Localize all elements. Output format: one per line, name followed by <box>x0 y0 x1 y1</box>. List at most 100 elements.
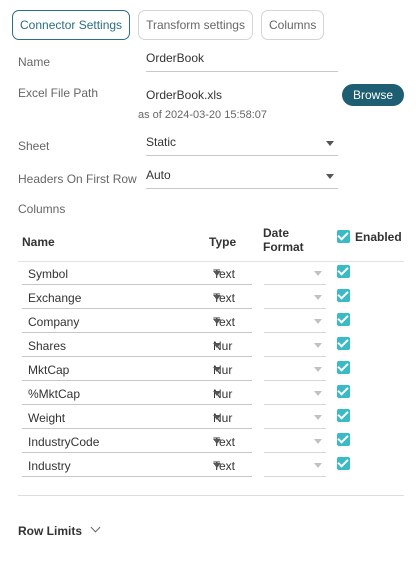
tab-connector-settings[interactable]: Connector Settings <box>12 10 131 40</box>
column-name-input[interactable]: Company <box>22 309 215 333</box>
chevron-down-icon <box>314 271 322 276</box>
enabled-checkbox[interactable] <box>337 409 350 422</box>
chevron-down-icon[interactable] <box>90 522 101 533</box>
table-row: IndustryCode Text <box>18 429 404 453</box>
chevron-down-icon <box>213 367 221 372</box>
headers-value: Auto <box>146 168 171 182</box>
column-type-select[interactable]: Text <box>208 453 252 477</box>
chevron-down-icon <box>213 319 221 324</box>
column-name: MktCap <box>28 363 70 377</box>
table-row: Company Text <box>18 309 404 333</box>
tab-bar: Connector Settings Transform settings Co… <box>12 10 325 40</box>
column-name: Industry <box>28 459 71 473</box>
table-row: Shares Nur <box>18 333 404 357</box>
chevron-down-icon <box>314 439 322 444</box>
column-type-select[interactable]: Text <box>208 429 252 453</box>
name-row: Name OrderBook <box>18 51 338 78</box>
enabled-checkbox[interactable] <box>337 289 350 302</box>
sheet-value: Static <box>146 135 177 149</box>
headers-row: Headers On First Row Auto <box>18 168 338 195</box>
table-row: MktCap Nur <box>18 357 404 381</box>
sheet-row: Sheet Static <box>18 135 338 162</box>
enabled-checkbox[interactable] <box>337 385 350 398</box>
column-name: Shares <box>28 339 67 353</box>
chevron-down-icon <box>314 295 322 300</box>
enabled-all-checkbox[interactable] <box>337 230 350 243</box>
chevron-down-icon <box>314 367 322 372</box>
name-label: Name <box>18 55 51 69</box>
table-row: Weight Nur <box>18 405 404 429</box>
row-limits-toggle[interactable]: Row Limits <box>18 524 82 538</box>
date-format-select[interactable] <box>264 405 326 429</box>
column-name-input[interactable]: Weight <box>22 405 215 429</box>
enabled-checkbox[interactable] <box>337 433 350 446</box>
column-type-select[interactable]: Text <box>208 261 252 285</box>
column-name-input[interactable]: %MktCap <box>22 381 215 405</box>
path-label: Excel File Path <box>18 86 99 100</box>
date-format-select[interactable] <box>264 429 326 453</box>
chevron-down-icon <box>326 141 334 146</box>
date-format-select[interactable] <box>264 381 326 405</box>
column-name: %MktCap <box>28 387 81 401</box>
column-name-input[interactable]: IndustryCode <box>22 429 215 453</box>
column-name: Exchange <box>28 291 82 305</box>
header-name: Name <box>22 235 55 249</box>
chevron-down-icon <box>213 271 221 276</box>
table-row: Symbol Text <box>18 261 404 285</box>
columns-label: Columns <box>18 202 66 216</box>
headers-label: Headers On First Row <box>18 172 137 186</box>
headers-select[interactable]: Auto <box>146 163 338 189</box>
column-name-input[interactable]: Exchange <box>22 285 215 309</box>
column-type-select[interactable]: Nur <box>208 333 252 357</box>
column-type-select[interactable]: Nur <box>208 357 252 381</box>
sheet-select[interactable]: Static <box>146 130 338 156</box>
chevron-down-icon <box>314 343 322 348</box>
column-name: IndustryCode <box>28 435 100 449</box>
chevron-down-icon <box>314 391 322 396</box>
chevron-down-icon <box>213 415 221 420</box>
enabled-checkbox[interactable] <box>337 265 350 278</box>
date-format-select[interactable] <box>264 453 326 477</box>
column-name-input[interactable]: Industry <box>22 453 215 477</box>
column-type-select[interactable]: Text <box>208 309 252 333</box>
name-input[interactable]: OrderBook <box>146 46 338 72</box>
enabled-checkbox[interactable] <box>337 337 350 350</box>
chevron-down-icon <box>326 174 334 179</box>
columns-table: Name Type Date Format Enabled Symbol Tex… <box>18 226 404 496</box>
date-format-select[interactable] <box>264 285 326 309</box>
header-date-format-line2: Format <box>263 240 304 254</box>
table-row: Industry Text <box>18 453 404 477</box>
sheet-label: Sheet <box>18 139 50 153</box>
header-type: Type <box>209 235 237 249</box>
date-format-select[interactable] <box>264 261 326 285</box>
browse-button[interactable]: Browse <box>342 84 404 106</box>
path-value: OrderBook.xls <box>146 88 223 102</box>
column-type-select[interactable]: Nur <box>208 381 252 405</box>
enabled-checkbox[interactable] <box>337 313 350 326</box>
as-of-timestamp: as of 2024-03-20 15:58:07 <box>138 109 268 121</box>
column-type-select[interactable]: Nur <box>208 405 252 429</box>
column-name: Weight <box>28 411 66 425</box>
date-format-select[interactable] <box>264 309 326 333</box>
name-value: OrderBook <box>146 51 205 65</box>
tab-transform-settings[interactable]: Transform settings <box>138 10 253 40</box>
chevron-down-icon <box>314 463 322 468</box>
column-type-select[interactable]: Text <box>208 285 252 309</box>
table-row: %MktCap Nur <box>18 381 404 405</box>
chevron-down-icon <box>314 319 322 324</box>
header-date-format-line1: Date <box>263 226 290 240</box>
tab-columns[interactable]: Columns <box>260 10 325 40</box>
chevron-down-icon <box>213 439 221 444</box>
column-name-input[interactable]: MktCap <box>22 357 215 381</box>
chevron-down-icon <box>213 463 221 468</box>
enabled-checkbox[interactable] <box>337 361 350 374</box>
date-format-select[interactable] <box>264 357 326 381</box>
column-name-input[interactable]: Shares <box>22 333 215 357</box>
header-enabled: Enabled <box>355 230 402 244</box>
column-name-input[interactable]: Symbol <box>22 261 215 285</box>
column-name: Company <box>28 315 80 329</box>
table-row: Exchange Text <box>18 285 404 309</box>
date-format-select[interactable] <box>264 333 326 357</box>
enabled-checkbox[interactable] <box>337 457 350 470</box>
table-header: Name Type Date Format Enabled <box>18 226 404 262</box>
